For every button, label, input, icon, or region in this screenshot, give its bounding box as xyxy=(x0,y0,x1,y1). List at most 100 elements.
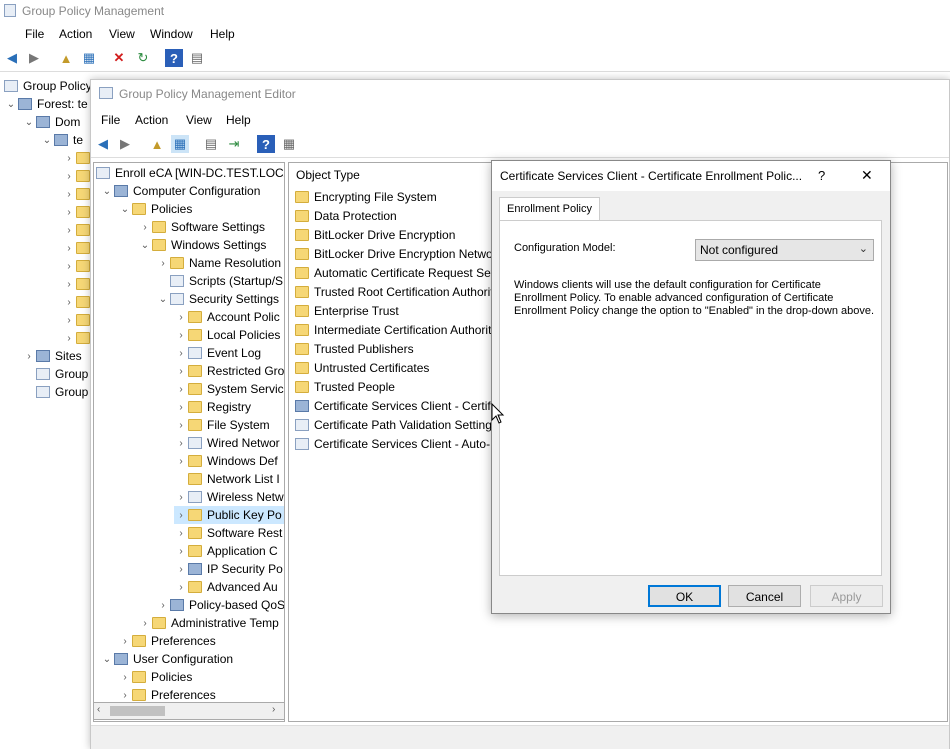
editor-menu-help[interactable]: Help xyxy=(226,113,251,127)
tree-node[interactable]: › Event Log xyxy=(174,344,261,362)
tree-node[interactable]: › Registry xyxy=(174,398,251,416)
chevron-down-icon[interactable]: ⌄ xyxy=(100,654,114,665)
chevron-right-icon[interactable]: › xyxy=(118,636,132,647)
tree-node[interactable]: › Administrative Temp xyxy=(138,614,279,632)
tree-node[interactable]: Network List I xyxy=(188,470,280,488)
tree-item[interactable]: ⌄ te xyxy=(40,131,83,149)
list-item[interactable]: Untrusted Certificates xyxy=(295,359,429,377)
editor-menu-action[interactable]: Action xyxy=(135,113,168,127)
help-icon[interactable]: ? xyxy=(165,49,183,67)
back-arrow-icon[interactable]: ◀ xyxy=(3,49,21,67)
chevron-right-icon[interactable]: › xyxy=(118,690,132,701)
chevron-right-icon[interactable]: › xyxy=(174,438,188,449)
menu-action[interactable]: Action xyxy=(59,27,92,41)
tree-item[interactable]: Group Policy xyxy=(4,77,92,95)
chevron-right-icon[interactable]: › xyxy=(174,582,188,593)
chevron-right-icon[interactable]: › xyxy=(118,672,132,683)
scroll-left-icon[interactable]: ‹ xyxy=(97,704,100,715)
tree-node[interactable]: › Policies xyxy=(118,668,192,686)
editor-menu-file[interactable]: File xyxy=(101,113,120,127)
chevron-right-icon[interactable]: › xyxy=(174,402,188,413)
tree-node[interactable]: › Policy-based QoS xyxy=(156,596,284,614)
chevron-right-icon[interactable]: › xyxy=(174,564,188,575)
tree-item[interactable]: ⌄ Forest: te xyxy=(4,95,88,113)
tree-node[interactable]: › IP Security Po xyxy=(174,560,283,578)
forward-arrow-icon[interactable]: ▶ xyxy=(116,135,134,153)
tree-node[interactable]: › Restricted Gro xyxy=(174,362,284,380)
chevron-right-icon[interactable]: › xyxy=(174,366,188,377)
tree-horizontal-scrollbar[interactable]: ‹ › xyxy=(93,702,285,720)
list-item[interactable]: Automatic Certificate Request Settings xyxy=(295,264,519,282)
close-icon[interactable]: ✕ xyxy=(861,167,873,184)
chevron-right-icon[interactable]: › xyxy=(156,600,170,611)
show-hide-tree-icon[interactable]: ▦ xyxy=(171,135,189,153)
list-item[interactable]: Certificate Path Validation Settings xyxy=(295,416,498,434)
properties-icon[interactable]: ▤ xyxy=(188,49,206,67)
list-item[interactable]: BitLocker Drive Encryption xyxy=(295,226,455,244)
tree-node[interactable]: ⌄ Security Settings xyxy=(156,290,279,308)
tree-item[interactable]: ⌄ Dom xyxy=(22,113,81,131)
tab-enrollment-policy[interactable]: Enrollment Policy xyxy=(499,197,600,221)
chevron-down-icon[interactable]: ⌄ xyxy=(138,240,152,251)
scroll-thumb[interactable] xyxy=(110,706,165,716)
chevron-right-icon[interactable]: › xyxy=(156,258,170,269)
help-button[interactable]: ? xyxy=(818,168,825,183)
chevron-right-icon[interactable]: › xyxy=(174,492,188,503)
tree-node[interactable]: Scripts (Startup/S xyxy=(170,272,283,290)
tree-node-root[interactable]: Enroll eCA [WIN-DC.TEST.LOCA xyxy=(96,164,284,182)
tree-node[interactable]: › Local Policies xyxy=(174,326,280,344)
tree-node[interactable]: › Wired Networ xyxy=(174,434,279,452)
list-item[interactable]: Intermediate Certification Authorities xyxy=(295,321,507,339)
tree-node-selected[interactable]: › Public Key Po xyxy=(174,506,284,524)
tree-node[interactable]: › Name Resolution xyxy=(156,254,281,272)
list-item[interactable]: Encrypting File System xyxy=(295,188,437,206)
chevron-right-icon[interactable]: › xyxy=(174,330,188,341)
configuration-model-select[interactable]: Not configured ⌄ xyxy=(695,239,874,261)
list-item[interactable]: Trusted Root Certification Authorities xyxy=(295,283,509,301)
delete-icon[interactable]: ✕ xyxy=(110,49,128,67)
chevron-right-icon[interactable]: › xyxy=(174,312,188,323)
help-icon[interactable]: ? xyxy=(257,135,275,153)
cancel-button[interactable]: Cancel xyxy=(728,585,801,607)
properties-icon[interactable]: ▦ xyxy=(280,135,298,153)
tree-node[interactable]: › Account Polic xyxy=(174,308,279,326)
menu-file[interactable]: File xyxy=(25,27,44,41)
menu-window[interactable]: Window xyxy=(150,27,193,41)
tree-item[interactable]: Group xyxy=(36,365,88,383)
chevron-right-icon[interactable]: › xyxy=(174,510,188,521)
back-arrow-icon[interactable]: ◀ xyxy=(94,135,112,153)
tree-node[interactable]: › Preferences xyxy=(118,632,215,650)
chevron-right-icon[interactable]: › xyxy=(174,348,188,359)
menu-view[interactable]: View xyxy=(109,27,135,41)
editor-menu-view[interactable]: View xyxy=(186,113,212,127)
scroll-right-icon[interactable]: › xyxy=(272,704,275,715)
list-view-icon[interactable]: ▤ xyxy=(202,135,220,153)
tree-node[interactable]: › System Servic xyxy=(174,380,283,398)
tree-node[interactable]: › Windows Def xyxy=(174,452,277,470)
tree-node[interactable]: ⌄ Computer Configuration xyxy=(100,182,261,200)
menu-help[interactable]: Help xyxy=(210,27,235,41)
export-list-icon[interactable]: ⇥ xyxy=(225,135,243,153)
chevron-down-icon[interactable]: ⌄ xyxy=(100,186,114,197)
chevron-down-icon[interactable]: ⌄ xyxy=(156,294,170,305)
up-folder-icon[interactable]: ▲ xyxy=(148,135,166,153)
tree-node[interactable]: ⌄ User Configuration xyxy=(100,650,233,668)
chevron-right-icon[interactable]: › xyxy=(138,222,152,233)
forward-arrow-icon[interactable]: ▶ xyxy=(25,49,43,67)
chevron-right-icon[interactable]: › xyxy=(174,546,188,557)
up-folder-icon[interactable]: ▲ xyxy=(57,49,75,67)
chevron-right-icon[interactable]: › xyxy=(174,456,188,467)
ok-button[interactable]: OK xyxy=(648,585,721,607)
list-item[interactable]: Data Protection xyxy=(295,207,397,225)
tree-node[interactable]: › Software Settings xyxy=(138,218,265,236)
chevron-right-icon[interactable]: › xyxy=(174,384,188,395)
chevron-down-icon[interactable]: ⌄ xyxy=(118,204,132,215)
list-item[interactable]: Trusted Publishers xyxy=(295,340,414,358)
list-item[interactable]: Trusted People xyxy=(295,378,395,396)
chevron-right-icon[interactable]: › xyxy=(138,618,152,629)
tree-item[interactable]: Group xyxy=(36,383,88,401)
tree-node[interactable]: ⌄ Windows Settings xyxy=(138,236,267,254)
tree-node[interactable]: › Application C xyxy=(174,542,277,560)
show-hide-tree-icon[interactable]: ▦ xyxy=(80,49,98,67)
tree-node[interactable]: › Advanced Au xyxy=(174,578,277,596)
